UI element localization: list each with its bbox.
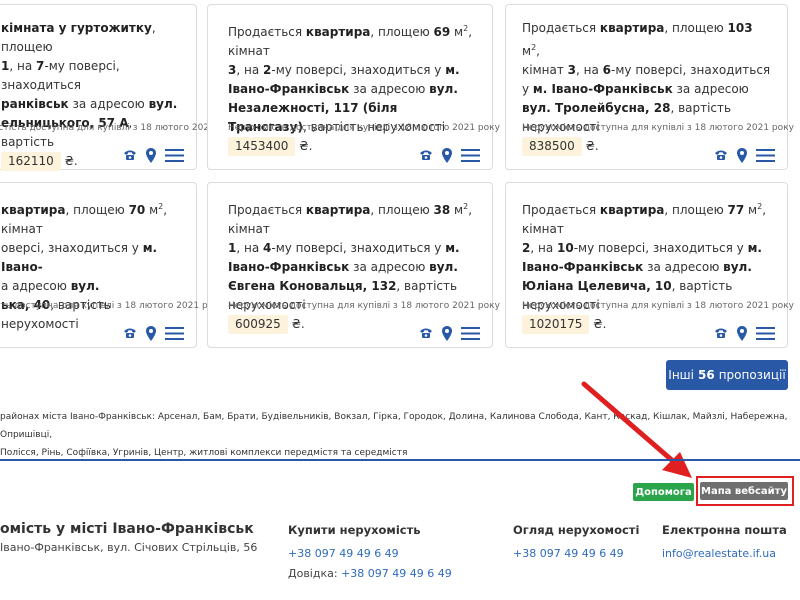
map-pin-icon[interactable] — [146, 147, 156, 163]
footer-address: Івано-Франківськ, вул. Січових Стрільців… — [0, 541, 258, 554]
price-badge: 1020175 — [522, 315, 590, 334]
listing-description: квартира, площею 70 м2, кімнат оверсі, з… — [1, 202, 168, 331]
menu-icon[interactable] — [756, 326, 775, 340]
menu-icon[interactable] — [461, 326, 480, 340]
menu-icon[interactable] — [165, 326, 184, 340]
price-badge: 162110 — [1, 152, 61, 171]
menu-icon[interactable] — [165, 148, 184, 162]
help-line: Довідка: +38 097 49 49 6 49 — [288, 567, 452, 580]
help-button[interactable]: Допомога — [633, 483, 694, 501]
card-actions — [714, 323, 775, 343]
review-phone-link[interactable]: +38 097 49 49 6 49 — [513, 547, 624, 560]
price-badge: 600925 — [228, 315, 288, 334]
phone-icon[interactable] — [714, 149, 728, 161]
phone-icon[interactable] — [123, 327, 137, 339]
help-phone-link[interactable]: +38 097 49 49 6 49 — [341, 567, 452, 580]
price-badge: 838500 — [522, 137, 582, 156]
listing-card[interactable]: Продається квартира, площею 103 м2, кімн… — [505, 4, 794, 170]
sitemap-button[interactable]: Мапа вебсайту — [700, 482, 788, 500]
price-badge: 1453400 — [228, 137, 296, 156]
review-heading: Огляд нерухомості — [513, 523, 640, 537]
footer-divider — [0, 459, 800, 461]
availability-text: остість доступна для купівлі з 18 лютого… — [0, 123, 240, 133]
listing-description: Продається квартира, площею 38 м2, кімна… — [228, 197, 478, 334]
footer-title: омість у місті Івано-Франківськ — [0, 521, 254, 537]
map-pin-icon[interactable] — [442, 147, 452, 163]
availability-text: ість доступна для купівлі з 18 лютого 20… — [0, 301, 224, 311]
email-link[interactable]: info@realestate.if.ua — [662, 547, 776, 560]
listing-card[interactable]: Продається квартира, площею 38 м2, кімна… — [207, 182, 500, 348]
listing-card[interactable]: Продається квартира, площею 69 м2, кімна… — [207, 4, 500, 170]
listing-card[interactable]: кімната у гуртожитку, площею 1, на 7-му … — [0, 4, 240, 171]
annotation-arrow — [581, 381, 692, 478]
listing-description: Продається квартира, площею 69 м2, кімна… — [228, 19, 478, 156]
map-pin-icon[interactable] — [146, 325, 156, 341]
buy-heading: Купити нерухомість — [288, 523, 421, 537]
listing-card[interactable]: Продається квартира, площею 77 м2, кімна… — [505, 182, 794, 348]
menu-icon[interactable] — [756, 148, 775, 162]
availability-text: Нерухомість доступна для купівлі з 18 лю… — [228, 123, 500, 133]
listing-description: Продається квартира, площею 103 м2, кімн… — [522, 19, 773, 156]
card-actions — [123, 145, 184, 165]
listing-description: Продається квартира, площею 77 м2, кімна… — [522, 197, 773, 334]
map-pin-icon[interactable] — [737, 325, 747, 341]
phone-icon[interactable] — [419, 327, 433, 339]
availability-text: Нерухомість доступна для купівлі з 18 лю… — [228, 301, 500, 311]
phone-icon[interactable] — [123, 149, 137, 161]
card-actions — [714, 145, 775, 165]
map-pin-icon[interactable] — [737, 147, 747, 163]
menu-icon[interactable] — [461, 148, 480, 162]
phone-icon[interactable] — [714, 327, 728, 339]
email-heading: Електронна пошта — [662, 523, 787, 537]
listing-card[interactable]: квартира, площею 70 м2, кімнат оверсі, з… — [0, 182, 224, 348]
card-actions — [419, 145, 480, 165]
card-actions — [419, 323, 480, 343]
card-actions — [123, 323, 184, 343]
phone-icon[interactable] — [419, 149, 433, 161]
availability-text: Нерухомість доступна для купівлі з 18 лю… — [522, 123, 794, 133]
availability-text: Нерухомість доступна для купівлі з 18 лю… — [522, 301, 794, 311]
map-pin-icon[interactable] — [442, 325, 452, 341]
buy-phone-link[interactable]: +38 097 49 49 6 49 — [288, 547, 399, 560]
